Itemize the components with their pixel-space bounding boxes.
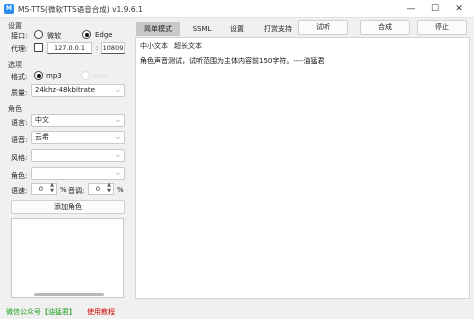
voice-select-value: 云希 [35, 133, 49, 141]
proxy-host-input[interactable]: 127.0.0.1 [47, 42, 92, 54]
wechat-link[interactable]: 微信公众号【油猛君】 [6, 307, 76, 317]
app-icon: M [4, 4, 14, 14]
interface-radio-edge[interactable] [82, 30, 91, 39]
voice-select[interactable]: 云希 ⌵ [31, 131, 125, 144]
chevron-down-icon: ⌵ [115, 87, 120, 94]
format-radio-mp3-label[interactable]: mp3 [46, 72, 62, 80]
minimize-button[interactable]: — [400, 1, 422, 17]
proxy-separator: : [96, 44, 99, 52]
speed-label: 语速: [11, 187, 28, 195]
stop-button[interactable]: 停止 [417, 20, 467, 35]
format-label: 格式: [11, 73, 28, 81]
role-select[interactable]: ⌵ [31, 167, 125, 180]
text-editor-panel: 中小文本 超长文本 角色声音测试，试听范围为主体内容前150字符。----油猛君 [135, 37, 470, 299]
style-label: 风格: [11, 154, 28, 162]
quality-select-value: 24khz-48kbitrate [35, 86, 95, 94]
language-label: 语言: [11, 119, 28, 127]
add-role-button[interactable]: 添加角色 [11, 200, 125, 214]
tab-settings[interactable]: 设置 [222, 22, 252, 36]
pitch-percent: % [117, 186, 124, 194]
stepper-arrows-icon[interactable]: ▲ ▼ [107, 182, 111, 194]
chevron-down-icon: ⌵ [115, 134, 120, 141]
close-button[interactable]: ✕ [448, 1, 470, 17]
speed-percent: % [60, 186, 67, 194]
tutorial-link[interactable]: 使用教程 [87, 307, 115, 317]
editor-textarea[interactable]: 角色声音测试，试听范围为主体内容前150字符。----油猛君 [140, 56, 324, 66]
quality-select[interactable]: 24khz-48kbitrate ⌵ [31, 84, 125, 97]
pitch-value: 0 [95, 185, 100, 193]
subtab-long-text[interactable]: 超长文本 [174, 41, 202, 51]
language-select-value: 中文 [35, 116, 49, 124]
role-label: 角色: [11, 172, 28, 180]
tab-ssml[interactable]: SSML [182, 22, 222, 36]
interface-radio-microsoft[interactable] [34, 30, 43, 39]
language-select[interactable]: 中文 ⌵ [31, 114, 125, 127]
tab-simple-mode[interactable]: 简单模式 [136, 22, 180, 36]
speed-value: 0 [38, 185, 43, 193]
format-radio-wav [81, 71, 90, 80]
role-section-title: 角色 [8, 105, 22, 113]
interface-radio-microsoft-label[interactable]: 微软 [47, 31, 61, 41]
proxy-label: 代理: [11, 45, 28, 53]
interface-label: 接口: [11, 32, 28, 40]
options-section-title: 选项 [8, 61, 22, 69]
pitch-label: 音调: [68, 187, 85, 195]
role-list-scrollbar[interactable] [34, 293, 104, 296]
title-bar: M MS-TTS(微软TTS语音合成) v1.9.6.1 — ☐ ✕ [0, 0, 474, 18]
proxy-port-input[interactable]: 10809 [101, 42, 125, 54]
settings-section-title: 设置 [8, 22, 22, 30]
window-title: MS-TTS(微软TTS语音合成) v1.9.6.1 [18, 5, 143, 14]
proxy-checkbox[interactable] [34, 43, 43, 52]
maximize-button[interactable]: ☐ [424, 1, 446, 17]
speed-stepper[interactable]: 0 ▲ ▼ [31, 182, 57, 195]
stepper-arrows-icon[interactable]: ▲ ▼ [50, 182, 54, 194]
style-select[interactable]: ⌵ [31, 149, 125, 162]
role-list[interactable] [11, 218, 124, 298]
pitch-stepper[interactable]: 0 ▲ ▼ [88, 182, 114, 195]
chevron-down-icon: ⌵ [115, 170, 120, 177]
tab-donate[interactable]: 打赏支持 [258, 22, 298, 36]
format-radio-wav-label: wav [93, 72, 108, 80]
chevron-down-icon: ⌵ [115, 117, 120, 124]
preview-button[interactable]: 试听 [298, 20, 348, 35]
synthesize-button[interactable]: 合成 [360, 20, 410, 35]
chevron-down-icon: ⌵ [115, 152, 120, 159]
subtab-short-text[interactable]: 中小文本 [140, 41, 168, 51]
voice-label: 语音: [11, 136, 28, 144]
quality-label: 质量: [11, 89, 28, 97]
format-radio-mp3[interactable] [34, 71, 43, 80]
interface-radio-edge-label[interactable]: Edge [95, 31, 113, 39]
